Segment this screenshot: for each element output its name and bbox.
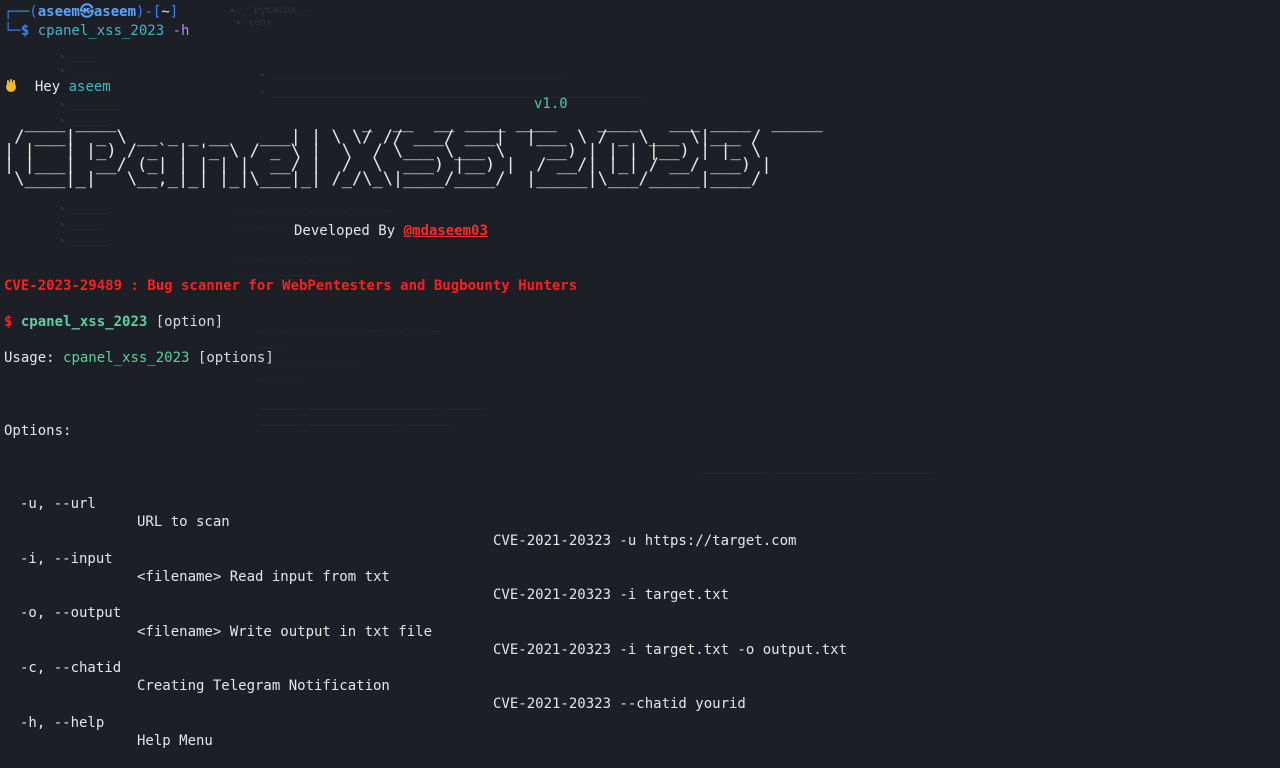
prompt-header: ┌──(aseem㉿aseem)-[~] (4, 4, 179, 20)
option-desc: <filename> Write output in txt file (137, 623, 433, 640)
option-desc: Help Menu (137, 732, 213, 749)
cve-title: CVE-2023-29489 : Bug scanner for WebPent… (4, 278, 578, 294)
usage-argument: [option] (155, 314, 224, 330)
usage-command-line: $ cpanel_xss_2023 [option] (4, 313, 223, 331)
ascii-banner: ____ ____ _ __ __ ____ ____ ____ ___ ___… (4, 113, 823, 189)
usage-label: Usage: (4, 350, 55, 366)
option-example: CVE-2021-20323 --chatid yourid (493, 696, 746, 713)
option-flag: -i, --input (20, 550, 113, 567)
option-example: CVE-2021-20323 -i target.txt -o output.t… (493, 641, 848, 658)
usage-command-2: cpanel_xss_2023 (63, 350, 190, 366)
option-desc: Creating Telegram Notification (137, 678, 390, 695)
options-block: Options: -u, --url URL to scan CVE-2021-… (4, 386, 847, 749)
options-label: Options: (4, 423, 72, 440)
option-row-help: -h, --help Help Menu (4, 695, 213, 749)
background-ghost-text: ▸ __pycache__ ▸ venv ▸ _________________… (60, 5, 935, 474)
option-row-chatid: -c, --chatid Creating Telegram Notificat… (4, 641, 746, 712)
prompt-dir: ~ (161, 4, 170, 20)
option-flag: -c, --chatid (20, 659, 122, 676)
command-line: └─$ cpanel_xss_2023 -h (4, 23, 190, 39)
version-label: v1.0 (534, 96, 568, 112)
author-link[interactable]: @mdaseem03 (404, 223, 488, 239)
usage-line: Usage: cpanel_xss_2023 [options] (4, 349, 274, 367)
waving-hand-icon (4, 79, 18, 93)
prompt-user: aseem (37, 4, 80, 20)
greeting-name: aseem (68, 79, 111, 95)
greeting-prefix: Hey (34, 79, 61, 95)
developed-by-line: Developed By @mdaseem03 (294, 222, 488, 240)
option-desc: <filename> Read input from txt (137, 569, 390, 585)
option-row-output: -o, --output <filename> Write output in … (4, 586, 847, 657)
option-example: CVE-2021-20323 -u https://target.com (493, 532, 797, 549)
dollar-sign: $ (4, 314, 13, 330)
option-row-url: -u, --url URL to scan CVE-2021-20323 -u … (4, 477, 796, 548)
command-flag: -h (172, 23, 190, 39)
option-flag: -h, --help (20, 714, 105, 731)
greeting-line: Hey aseem (4, 77, 111, 96)
prompt-host: aseem (93, 4, 137, 20)
usage-argument-2: [options] (197, 350, 274, 366)
option-flag: -u, --url (20, 496, 96, 513)
option-row-input: -i, --input <filename> Read input from t… (4, 532, 729, 603)
option-flag: -o, --output (20, 605, 122, 622)
command-name: cpanel_xss_2023 (37, 23, 165, 39)
option-desc: URL to scan (137, 514, 230, 531)
usage-command: cpanel_xss_2023 (20, 314, 148, 330)
option-example: CVE-2021-20323 -i target.txt (493, 587, 730, 604)
developed-by-label: Developed By (294, 223, 396, 239)
